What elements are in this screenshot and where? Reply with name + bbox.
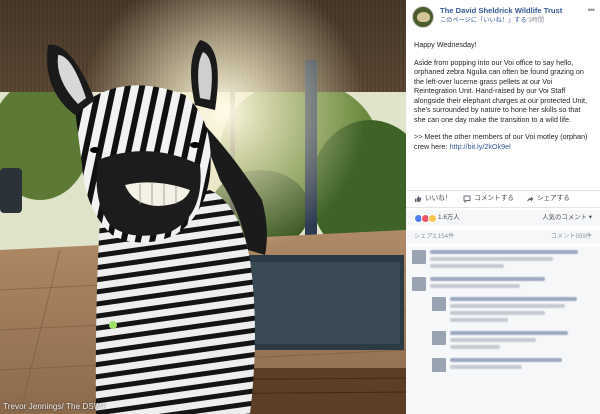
share-count[interactable]: シェア3,154件 <box>414 233 454 241</box>
post-stats: シェア3,154件 コメント599件 <box>406 230 600 244</box>
comment-item <box>412 250 594 271</box>
reaction-icons[interactable] <box>414 213 437 223</box>
reply-item <box>432 297 594 325</box>
comment-label: コメントする <box>474 194 514 202</box>
comment-meta-blurred <box>450 318 508 322</box>
photo-credit: Trevor Jennings/ The DSWT <box>3 402 107 411</box>
share-icon <box>526 195 534 203</box>
comments-list <box>406 246 600 414</box>
share-button[interactable]: シェアする <box>526 195 570 204</box>
comment-text-blurred <box>450 297 577 301</box>
comment-text-blurred <box>430 250 578 254</box>
post-body: Happy Wednesday! Aside from popping into… <box>406 34 600 151</box>
post-timestamp[interactable]: 3時間 <box>528 17 544 24</box>
comment-text-blurred <box>450 311 546 315</box>
reactions-row: 1.6万人 人気のコメント ▾ <box>406 210 600 226</box>
post-photo[interactable]: Trevor Jennings/ The DSWT <box>0 0 406 414</box>
post-link[interactable]: http://bit.ly/2kOk9el <box>450 142 511 151</box>
post-meet-text: >> Meet the other members of our Voi mot… <box>414 132 592 151</box>
post-header-text: The David Sheldrick Wildlife Trust このページ… <box>440 6 588 25</box>
comment-sort-dropdown[interactable]: 人気のコメント ▾ <box>542 214 592 222</box>
comment-meta-blurred <box>450 365 522 369</box>
reply-item <box>432 358 594 372</box>
commenter-avatar[interactable] <box>432 358 446 372</box>
reply-item <box>432 331 594 352</box>
commenter-avatar[interactable] <box>412 250 426 264</box>
chevron-down-icon: ▾ <box>588 213 592 221</box>
like-page-link[interactable]: このページに「いいね！」する <box>440 17 527 24</box>
comment-text-blurred <box>450 338 537 342</box>
commenter-avatar[interactable] <box>432 297 446 311</box>
post-meta: このページに「いいね！」する 3時間 <box>440 17 588 25</box>
page-avatar[interactable] <box>412 6 434 28</box>
post-text: Aside from popping into our Voi office t… <box>414 57 588 124</box>
comment-button[interactable]: コメントする <box>463 195 514 204</box>
comment-text-blurred <box>450 358 563 362</box>
haha-reaction-icon <box>428 213 437 223</box>
like-button[interactable]: いいね！ <box>414 195 451 204</box>
comment-meta-blurred <box>430 264 504 268</box>
comment-item <box>412 277 594 291</box>
commenter-avatar[interactable] <box>432 331 446 345</box>
page-name-link[interactable]: The David Sheldrick Wildlife Trust <box>440 6 588 16</box>
commenter-avatar[interactable] <box>412 277 426 291</box>
comment-text-blurred <box>450 304 566 308</box>
like-label: いいね！ <box>425 194 452 202</box>
post-side-panel: The David Sheldrick Wildlife Trust このページ… <box>406 0 600 414</box>
post-header: The David Sheldrick Wildlife Trust このページ… <box>406 0 600 34</box>
more-options-icon[interactable]: ••• <box>588 6 596 15</box>
comment-meta-blurred <box>450 345 501 349</box>
comment-text-blurred <box>430 277 545 281</box>
comment-text-blurred <box>450 331 569 335</box>
post-actions: いいね！ コメントする シェアする <box>406 190 600 208</box>
zebra-photo-image <box>0 0 406 414</box>
post-greeting: Happy Wednesday! <box>414 40 477 49</box>
reaction-count[interactable]: 1.6万人 <box>438 214 460 222</box>
comment-text-blurred <box>430 257 553 261</box>
thumbs-up-icon <box>414 195 422 203</box>
comment-sort-label: 人気のコメント <box>542 213 587 221</box>
share-label: シェアする <box>536 194 570 202</box>
comment-icon <box>463 195 471 204</box>
comment-count[interactable]: コメント599件 <box>551 233 592 241</box>
comment-meta-blurred <box>430 284 521 288</box>
